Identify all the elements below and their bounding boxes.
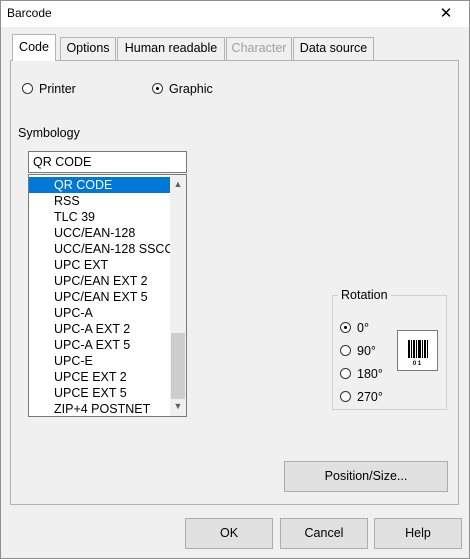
barcode-preview-text: 0 1 <box>413 361 422 367</box>
rotation-radio-180[interactable]: 180° <box>340 367 383 383</box>
symbology-label: Symbology <box>18 126 80 140</box>
tab-code[interactable]: Code <box>12 34 56 61</box>
symbology-list-item[interactable]: UCC/EAN-128 <box>29 225 171 241</box>
graphic-radio-circle[interactable] <box>152 83 163 94</box>
rotation-radio-0-label: 0° <box>357 321 369 335</box>
symbology-list-item[interactable]: TLC 39 <box>29 209 171 225</box>
scroll-down-icon[interactable]: ▼ <box>170 399 186 415</box>
printer-radio-circle[interactable] <box>22 83 33 94</box>
symbology-list-item[interactable]: UPCE EXT 5 <box>29 385 171 401</box>
symbology-list[interactable]: QR CODE RSS TLC 39 UCC/EAN-128 UCC/EAN-128 S… <box>28 174 187 417</box>
graphic-radio-label: Graphic <box>169 82 213 96</box>
scroll-thumb[interactable] <box>171 333 185 399</box>
tab-data-source[interactable]: Data source <box>293 37 374 60</box>
window-title: Barcode <box>7 6 52 20</box>
rotation-radio-180-circle[interactable] <box>340 368 351 379</box>
symbology-list-item[interactable]: QR CODE <box>29 177 171 193</box>
symbology-list-item[interactable]: UPC-A <box>29 305 171 321</box>
position-size-button[interactable]: Position/Size... <box>284 461 448 492</box>
symbology-list-item[interactable]: UPC EXT <box>29 257 171 273</box>
rotation-radio-90[interactable]: 90° <box>340 344 376 360</box>
title-bar: Barcode ✕ <box>1 1 469 27</box>
symbology-list-item[interactable]: UPC/EAN EXT 5 <box>29 289 171 305</box>
rotation-preview: 0 1 <box>397 330 438 371</box>
rotation-group-title: Rotation <box>338 288 391 302</box>
close-button[interactable]: ✕ <box>423 1 469 27</box>
symbology-scrollbar[interactable]: ▲ ▼ <box>170 175 186 416</box>
symbology-input[interactable]: QR CODE <box>28 151 187 173</box>
rotation-radio-0[interactable]: 0° <box>340 321 369 337</box>
symbology-list-item[interactable]: UPC/EAN EXT 2 <box>29 273 171 289</box>
tab-options[interactable]: Options <box>60 37 116 60</box>
symbology-list-item[interactable]: RSS <box>29 193 171 209</box>
scroll-up-icon[interactable]: ▲ <box>170 177 186 193</box>
rotation-radio-180-label: 180° <box>357 367 383 381</box>
cancel-button[interactable]: Cancel <box>280 518 368 549</box>
symbology-list-item[interactable]: UCC/EAN-128 SSCC <box>29 241 171 257</box>
tab-human-readable[interactable]: Human readable <box>117 37 225 60</box>
rotation-radio-270[interactable]: 270° <box>340 390 383 406</box>
rotation-radio-0-circle[interactable] <box>340 322 351 333</box>
symbology-list-item[interactable]: UPC-E <box>29 353 171 369</box>
printer-radio-label: Printer <box>39 82 76 96</box>
symbology-list-item[interactable]: ZIP+4 POSTNET <box>29 401 171 416</box>
rotation-radio-90-label: 90° <box>357 344 376 358</box>
symbology-list-item[interactable]: UPCE EXT 2 <box>29 369 171 385</box>
printer-radio[interactable]: Printer <box>22 82 76 98</box>
rotation-radio-90-circle[interactable] <box>340 345 351 356</box>
tab-character: Character <box>226 37 292 60</box>
rotation-radio-270-circle[interactable] <box>340 391 351 402</box>
symbology-list-item[interactable]: UPC-A EXT 5 <box>29 337 171 353</box>
graphic-radio[interactable]: Graphic <box>152 82 213 98</box>
rotation-radio-270-label: 270° <box>357 390 383 404</box>
symbology-list-items: QR CODE RSS TLC 39 UCC/EAN-128 UCC/EAN-128 S… <box>29 177 171 416</box>
symbology-list-item[interactable]: UPC-A EXT 2 <box>29 321 171 337</box>
ok-button[interactable]: OK <box>185 518 273 549</box>
barcode-preview-icon: 0 1 <box>408 340 428 367</box>
help-button[interactable]: Help <box>374 518 462 549</box>
